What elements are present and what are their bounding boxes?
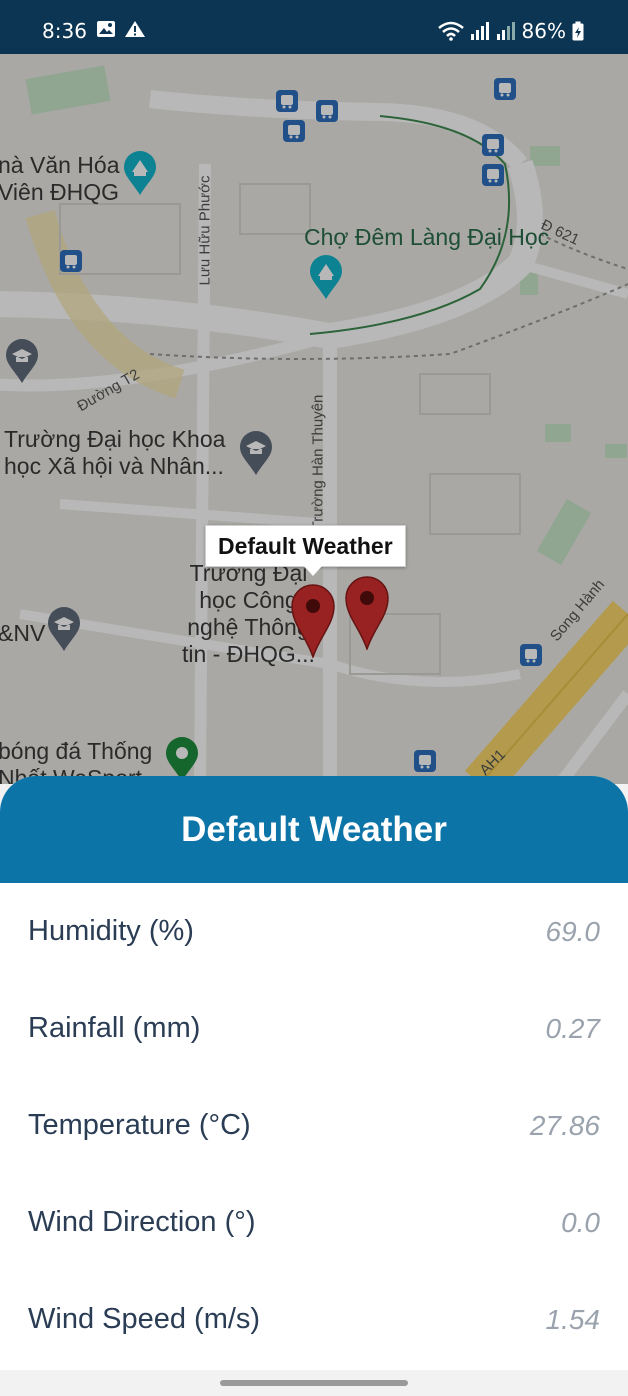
- signal-icon: [470, 22, 489, 40]
- map-marker-icon-2[interactable]: [344, 576, 390, 650]
- weather-bottom-sheet: Default Weather Humidity (%) 69.0 Rainfa…: [0, 776, 628, 1370]
- road-label-luu-huu-phuoc: Lưu Hữu Phước: [196, 175, 214, 286]
- row-label: Temperature (°C): [28, 1109, 251, 1141]
- place-label-cho-dem[interactable]: Chợ Đêm Làng Đại Học: [304, 224, 549, 251]
- status-bar: 8:36 86%: [0, 0, 628, 54]
- battery-percent: 86%: [521, 19, 566, 43]
- bus-stop-icon-7[interactable]: [60, 250, 82, 272]
- row-value: 27.86: [529, 1109, 600, 1141]
- school-poi-icon-2[interactable]: [238, 430, 274, 476]
- row-value: 69.0: [545, 915, 601, 947]
- place-label-nv[interactable]: &NV: [0, 620, 45, 647]
- row-label: Wind Speed (m/s): [28, 1303, 261, 1335]
- warning-icon: [125, 21, 145, 37]
- row-label: Wind Direction (°): [28, 1206, 256, 1238]
- map-view[interactable]: Lưu Hữu Phước Đường T2 Trường Hàn Thuyên…: [0, 54, 628, 784]
- weather-row-rainfall: Rainfall (mm) 0.27: [0, 980, 628, 1077]
- place-label-van-hoa[interactable]: nà Văn Hóa Viên ĐHQG: [0, 152, 119, 206]
- school-poi-icon-3[interactable]: [46, 606, 82, 652]
- place-label-truong-khxh[interactable]: Trường Đại học Khoa học Xã hội và Nhân..…: [4, 426, 225, 480]
- row-label: Humidity (%): [28, 915, 194, 947]
- bus-stop-icon-5[interactable]: [482, 134, 504, 156]
- road-label-han-thuyen: Trường Hàn Thuyên: [309, 394, 327, 531]
- bus-stop-icon-4[interactable]: [494, 78, 516, 100]
- weather-row-temperature: Temperature (°C) 27.86: [0, 1077, 628, 1174]
- weather-row-wind-direction: Wind Direction (°) 0.0: [0, 1174, 628, 1271]
- bus-stop-icon-9[interactable]: [414, 750, 436, 772]
- status-time: 8:36: [42, 19, 87, 43]
- bus-stop-icon[interactable]: [276, 90, 298, 112]
- culture-poi-icon-2[interactable]: [308, 254, 344, 300]
- battery-icon: [572, 21, 584, 41]
- school-poi-icon[interactable]: [4, 338, 40, 384]
- signal-icon-2: [496, 22, 515, 40]
- sheet-title: Default Weather: [181, 809, 447, 849]
- system-nav-bar: [0, 1370, 628, 1396]
- home-gesture-handle[interactable]: [220, 1380, 408, 1386]
- row-label: Rainfall (mm): [28, 1012, 201, 1044]
- row-value: 0.27: [545, 1012, 601, 1044]
- weather-row-humidity: Humidity (%) 69.0: [0, 883, 628, 980]
- map-marker-icon[interactable]: [290, 584, 336, 658]
- image-notification-icon: [97, 21, 115, 37]
- bus-stop-icon-2[interactable]: [316, 100, 338, 122]
- row-value: 1.54: [545, 1303, 601, 1335]
- wifi-icon: [437, 21, 464, 41]
- marker-info-window[interactable]: Default Weather: [205, 525, 406, 576]
- weather-row-wind-speed: Wind Speed (m/s) 1.54: [0, 1271, 628, 1368]
- bus-stop-icon-8[interactable]: [520, 644, 542, 666]
- row-value: 0.0: [561, 1206, 600, 1238]
- sheet-header: Default Weather: [0, 776, 628, 883]
- culture-poi-icon[interactable]: [122, 150, 158, 196]
- bus-stop-icon-3[interactable]: [283, 120, 305, 142]
- bus-stop-icon-6[interactable]: [482, 164, 504, 186]
